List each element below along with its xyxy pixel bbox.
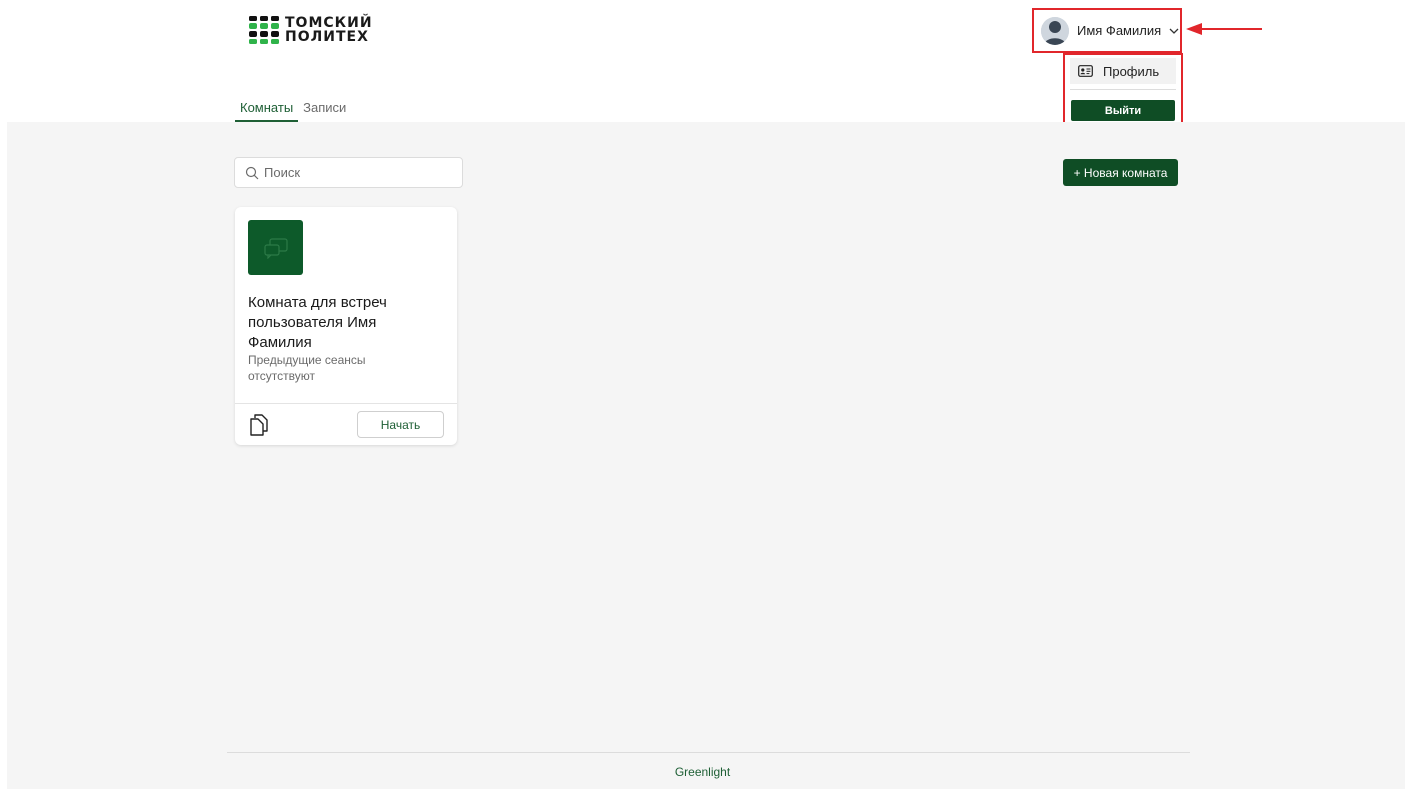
- profile-label: Профиль: [1103, 63, 1160, 79]
- tab-rooms[interactable]: Комнаты: [235, 98, 299, 122]
- id-card-icon: [1078, 65, 1093, 77]
- chat-bubbles-icon: [263, 237, 288, 259]
- logo-line-1: ТОМСКИЙ: [285, 15, 373, 31]
- user-dropdown-menu: Профиль Выйти: [1063, 53, 1183, 133]
- user-avatar-icon: [1041, 16, 1069, 45]
- room-subtitle: Предыдущие сеансы отсутствуют: [248, 353, 366, 383]
- avatar: [1041, 16, 1069, 45]
- copy-icon[interactable]: [249, 414, 269, 436]
- search-box[interactable]: Поиск: [234, 157, 463, 188]
- profile-menu-item[interactable]: Профиль: [1070, 58, 1176, 84]
- card-divider: [235, 403, 457, 404]
- new-room-button[interactable]: + Новая комната: [1063, 159, 1178, 186]
- logout-button[interactable]: Выйти: [1071, 100, 1175, 121]
- top-bar: ТОМСКИЙ ПОЛИТЕХ Комнаты Записи Имя Фамил…: [0, 0, 1405, 122]
- room-title[interactable]: Комната для встреч пользователя Имя Фами…: [248, 293, 438, 353]
- room-icon: [248, 220, 303, 275]
- footer-link[interactable]: Greenlight: [0, 765, 1405, 779]
- logo-line-2: ПОЛИТЕХ: [285, 29, 369, 45]
- start-button[interactable]: Начать: [357, 411, 444, 438]
- menu-divider: [1070, 89, 1176, 90]
- chevron-down-icon: [1169, 28, 1179, 34]
- tabs: Комнаты Записи: [235, 98, 351, 122]
- user-menu-toggle[interactable]: Имя Фамилия: [1032, 8, 1182, 53]
- tab-recordings[interactable]: Записи: [298, 98, 351, 122]
- user-name: Имя Фамилия: [1077, 23, 1162, 38]
- main-content: [7, 122, 1405, 789]
- footer-divider: [227, 752, 1190, 753]
- logo-text: ТОМСКИЙ ПОЛИТЕХ: [285, 16, 373, 44]
- search-input[interactable]: Поиск: [264, 165, 300, 180]
- logo[interactable]: ТОМСКИЙ ПОЛИТЕХ: [249, 16, 373, 44]
- room-card[interactable]: Комната для встреч пользователя Имя Фами…: [235, 207, 457, 445]
- search-icon: [245, 166, 259, 179]
- logo-icon: [249, 16, 279, 44]
- red-arrow-annotation: [1186, 23, 1262, 35]
